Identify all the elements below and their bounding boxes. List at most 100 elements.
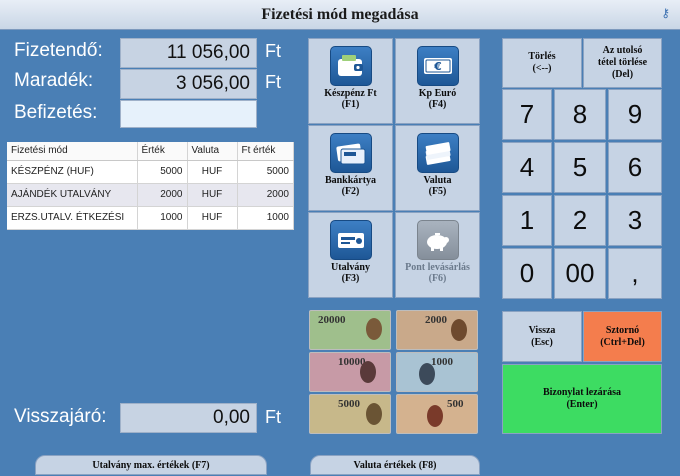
cancel-shortcut: (Ctrl+Del)	[600, 336, 645, 348]
voucher-icon	[329, 220, 372, 260]
piggy-bank-icon	[416, 220, 459, 260]
key-5[interactable]: 5	[554, 142, 606, 193]
table-cell: ERZS.UTALV. ÉTKEZÉSI	[7, 206, 138, 230]
bank-card-button[interactable]: Bankkártya (F2)	[308, 125, 393, 211]
remaining-label: Maradék:	[14, 70, 94, 91]
payment-panel: Fizetendő: 11 056,00 Ft Maradék: 3 056,0…	[0, 30, 680, 475]
currency-values-button[interactable]: Valuta értékek (F8)	[310, 455, 480, 475]
portrait-icon	[427, 405, 443, 427]
table-row[interactable]: KÉSZPÉNZ (HUF) 5000 HUF 5000	[7, 160, 294, 184]
clear-shortcut: (<--)	[532, 63, 552, 74]
close-receipt-button[interactable]: Bizonylat lezárása (Enter)	[502, 364, 662, 434]
currency-label: Valuta	[423, 175, 452, 186]
due-label: Fizetendő:	[14, 40, 103, 61]
banknote-10000[interactable]: 10000	[309, 352, 391, 392]
banknote-denomination: 1000	[431, 356, 453, 368]
key-comma[interactable]: ,	[608, 248, 662, 299]
portrait-icon	[451, 319, 467, 341]
points-redeem-label: Pont levásárlás	[405, 262, 470, 273]
clear-button[interactable]: Törlés (<--)	[502, 38, 582, 88]
voucher-shortcut: (F3)	[341, 273, 360, 284]
cash-euro-shortcut: (F4)	[428, 99, 447, 110]
table-cell: AJÁNDÉK UTALVÁNY	[7, 183, 138, 207]
key-6[interactable]: 6	[608, 142, 662, 193]
cash-euro-label: Kp Euró	[418, 88, 457, 99]
change-currency: Ft	[265, 407, 281, 427]
banknote-stack-icon	[416, 133, 459, 173]
key-0[interactable]: 0	[502, 248, 552, 299]
cash-huf-label: Készpénz Ft	[324, 88, 377, 99]
back-button[interactable]: Vissza (Esc)	[502, 311, 582, 362]
column-ft-value: Ft érték	[237, 142, 294, 161]
key-2[interactable]: 2	[554, 195, 606, 246]
table-row[interactable]: AJÁNDÉK UTALVÁNY 2000 HUF 2000	[7, 183, 294, 207]
column-value: Érték	[137, 142, 188, 161]
bank-card-label: Bankkártya	[324, 175, 377, 186]
banknote-denomination: 2000	[425, 314, 447, 326]
cancel-label: Sztornó	[605, 324, 640, 336]
table-cell: 5000	[137, 160, 188, 184]
currency-button[interactable]: Valuta (F5)	[395, 125, 480, 211]
column-currency: Valuta	[187, 142, 238, 161]
table-cell: HUF	[187, 160, 238, 184]
table-row[interactable]: ERZS.UTALV. ÉTKEZÉSI 1000 HUF 1000	[7, 206, 294, 230]
delete-shortcut: (Del)	[611, 69, 634, 80]
title-bar: Fizetési mód megadása ⚷	[0, 0, 680, 30]
payment-label: Befizetés:	[14, 102, 98, 123]
change-value: 0,00	[120, 403, 257, 433]
bank-card-shortcut: (F2)	[341, 186, 360, 197]
portrait-icon	[419, 363, 435, 385]
payment-table: Fizetési mód Érték Valuta Ft érték KÉSZP…	[7, 142, 294, 230]
svg-text:€: €	[433, 60, 442, 73]
cash-huf-shortcut: (F1)	[341, 99, 360, 110]
banknote-5000[interactable]: 5000	[309, 394, 391, 434]
key-00[interactable]: 00	[554, 248, 606, 299]
bank-card-icon	[329, 133, 372, 173]
remaining-currency: Ft	[265, 72, 281, 92]
points-redeem-button[interactable]: Pont levásárlás (F6)	[395, 212, 480, 298]
portrait-icon	[366, 318, 382, 340]
key-3[interactable]: 3	[608, 195, 662, 246]
cancel-button[interactable]: Sztornó (Ctrl+Del)	[583, 311, 662, 362]
table-cell: 2000	[237, 183, 294, 207]
close-receipt-shortcut: (Enter)	[566, 399, 598, 410]
payment-input[interactable]	[120, 100, 257, 128]
table-cell: 2000	[137, 183, 188, 207]
cash-euro-button[interactable]: € Kp Euró (F4)	[395, 38, 480, 124]
table-cell: 5000	[237, 160, 294, 184]
points-redeem-shortcut: (F6)	[428, 273, 447, 284]
back-label: Vissza	[528, 324, 556, 336]
voucher-button[interactable]: Utalvány (F3)	[308, 212, 393, 298]
column-payment-method: Fizetési mód	[7, 142, 138, 161]
table-cell: 1000	[237, 206, 294, 230]
euro-banknote-icon: €	[416, 46, 459, 86]
key-9[interactable]: 9	[608, 89, 662, 140]
banknote-denomination: 20000	[318, 314, 346, 326]
close-receipt-label: Bizonylat lezárása	[542, 387, 622, 398]
delete-last-item-button[interactable]: Az utolsó tétel törlése (Del)	[583, 38, 662, 88]
banknote-2000[interactable]: 2000	[396, 310, 478, 350]
key-8[interactable]: 8	[554, 89, 606, 140]
currency-shortcut: (F5)	[428, 186, 447, 197]
portrait-icon	[360, 361, 376, 383]
key-1[interactable]: 1	[502, 195, 552, 246]
clear-label: Törlés	[528, 51, 556, 62]
change-label: Visszajáró:	[14, 406, 107, 427]
remaining-value: 3 056,00	[120, 69, 257, 99]
banknote-1000[interactable]: 1000	[396, 352, 478, 392]
table-cell: 1000	[137, 206, 188, 230]
banknote-20000[interactable]: 20000	[309, 310, 391, 350]
cash-huf-button[interactable]: Készpénz Ft (F1)	[308, 38, 393, 124]
key-icon[interactable]: ⚷	[661, 6, 670, 20]
due-value: 11 056,00	[120, 38, 257, 68]
banknote-500[interactable]: 500	[396, 394, 478, 434]
window-title: Fizetési mód megadása	[261, 6, 419, 23]
voucher-max-values-button[interactable]: Utalvány max. értékek (F7)	[35, 455, 267, 475]
back-shortcut: (Esc)	[531, 336, 553, 348]
banknote-denomination: 500	[447, 398, 464, 410]
key-7[interactable]: 7	[502, 89, 552, 140]
wallet-icon	[329, 46, 372, 86]
table-cell: KÉSZPÉNZ (HUF)	[7, 160, 138, 184]
table-cell: HUF	[187, 183, 238, 207]
key-4[interactable]: 4	[502, 142, 552, 193]
